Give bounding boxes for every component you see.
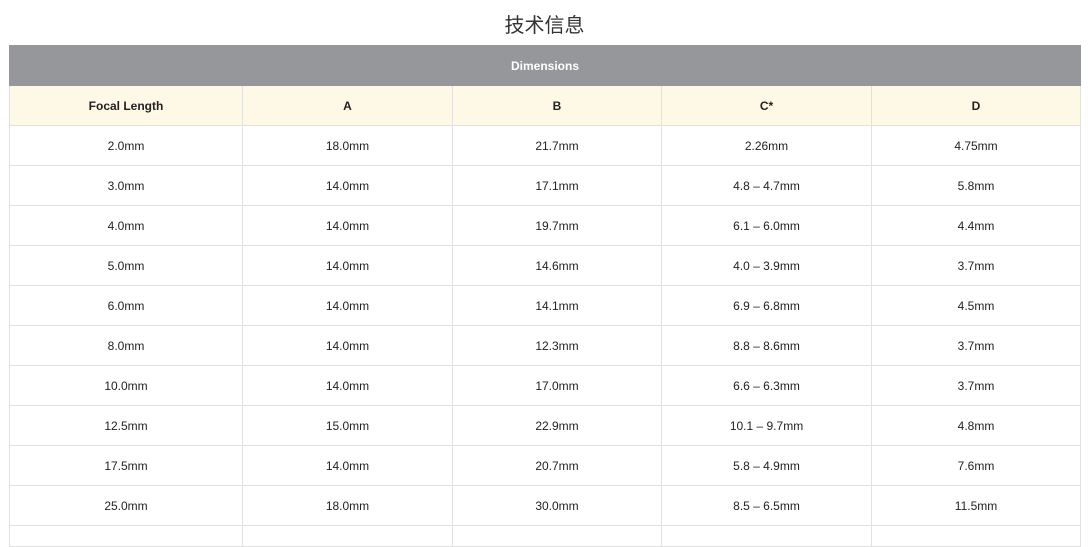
dimensions-table: Dimensions Focal Length A B C* D 2.0mm 1… [8,45,1082,547]
column-header-focal-length: Focal Length [9,85,243,126]
table-cell: 12.5mm [9,405,243,446]
table-cell-empty [870,525,1082,547]
table-cell: 20.7mm [452,445,662,486]
table-cell: 7.6mm [870,445,1082,486]
table-row: 3.0mm 14.0mm 17.1mm 4.8 – 4.7mm 5.8mm [9,165,1082,206]
table-row: 17.5mm 14.0mm 20.7mm 5.8 – 4.9mm 7.6mm [9,445,1082,486]
table-cell: 2.0mm [9,125,243,166]
column-header-d: D [870,85,1082,126]
table-cell: 8.5 – 6.5mm [661,485,872,526]
column-header-c: C* [661,85,872,126]
table-cell: 17.5mm [9,445,243,486]
table-cell: 4.0 – 3.9mm [661,245,872,286]
table-cell: 14.6mm [452,245,662,286]
table-row: 10.0mm 14.0mm 17.0mm 6.6 – 6.3mm 3.7mm [9,365,1082,406]
table-cell: 14.0mm [242,365,453,406]
table-cell-empty [452,525,662,547]
table-cell: 14.1mm [452,285,662,326]
table-cell: 8.0mm [9,325,243,366]
table-cell: 14.0mm [242,285,453,326]
table-cell: 6.9 – 6.8mm [661,285,872,326]
table-cell: 18.0mm [242,125,453,166]
table-cell: 10.1 – 9.7mm [661,405,872,446]
table-cell: 4.8mm [870,405,1082,446]
table-row-partial [9,525,1082,547]
column-header-b: B [452,85,662,126]
table-cell: 14.0mm [242,165,453,206]
table-cell: 6.0mm [9,285,243,326]
table-cell: 3.7mm [870,245,1082,286]
column-header-a: A [242,85,453,126]
table-cell-empty [661,525,872,547]
table-cell: 4.8 – 4.7mm [661,165,872,206]
table-cell: 3.7mm [870,365,1082,406]
group-header-dimensions: Dimensions [8,45,1082,86]
table-cell: 22.9mm [452,405,662,446]
table-cell: 10.0mm [9,365,243,406]
table-cell: 14.0mm [242,205,453,246]
table-row: 25.0mm 18.0mm 30.0mm 8.5 – 6.5mm 11.5mm [9,485,1082,526]
table-cell: 4.4mm [870,205,1082,246]
table-row: 6.0mm 14.0mm 14.1mm 6.9 – 6.8mm 4.5mm [9,285,1082,326]
table-row: 5.0mm 14.0mm 14.6mm 4.0 – 3.9mm 3.7mm [9,245,1082,286]
table-cell: 8.8 – 8.6mm [661,325,872,366]
table-cell: 14.0mm [242,325,453,366]
table-row: 8.0mm 14.0mm 12.3mm 8.8 – 8.6mm 3.7mm [9,325,1082,366]
table-cell: 3.0mm [9,165,243,206]
table-row: 2.0mm 18.0mm 21.7mm 2.26mm 4.75mm [9,125,1082,166]
table-cell: 3.7mm [870,325,1082,366]
table-cell: 18.0mm [242,485,453,526]
table-row: 12.5mm 15.0mm 22.9mm 10.1 – 9.7mm 4.8mm [9,405,1082,446]
dimensions-table-container: Dimensions Focal Length A B C* D 2.0mm 1… [8,45,1082,547]
group-header-row: Dimensions [8,45,1082,86]
table-cell-empty [9,525,243,547]
column-header-row: Focal Length A B C* D [9,85,1082,126]
table-cell: 15.0mm [242,405,453,446]
table-cell: 5.8mm [870,165,1082,206]
table-cell: 14.0mm [242,445,453,486]
table-cell: 25.0mm [9,485,243,526]
table-cell: 6.1 – 6.0mm [661,205,872,246]
table-cell: 4.0mm [9,205,243,246]
table-cell: 6.6 – 6.3mm [661,365,872,406]
page-title: 技术信息 [504,13,585,37]
table-cell: 2.26mm [661,125,872,166]
table-cell: 17.1mm [452,165,662,206]
table-cell: 4.75mm [870,125,1082,166]
table-cell: 30.0mm [452,485,662,526]
table-cell: 5.8 – 4.9mm [661,445,872,486]
table-cell: 21.7mm [452,125,662,166]
table-cell-empty [242,525,453,547]
table-cell: 19.7mm [452,205,662,246]
table-row: 4.0mm 14.0mm 19.7mm 6.1 – 6.0mm 4.4mm [9,205,1082,246]
table-cell: 4.5mm [870,285,1082,326]
table-cell: 5.0mm [9,245,243,286]
table-cell: 17.0mm [452,365,662,406]
table-cell: 11.5mm [870,485,1082,526]
table-cell: 12.3mm [452,325,662,366]
table-body: 2.0mm 18.0mm 21.7mm 2.26mm 4.75mm 3.0mm … [9,125,1082,547]
table-cell: 14.0mm [242,245,453,286]
